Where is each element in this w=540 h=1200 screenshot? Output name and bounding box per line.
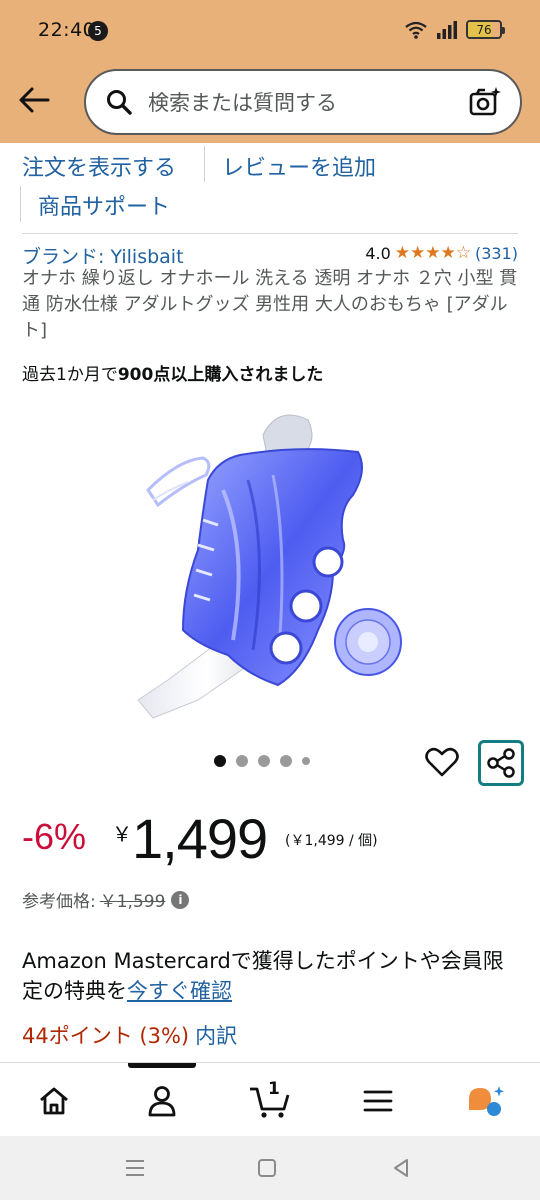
status-bar: 22:40 5 76 [0,0,540,62]
card-promo-link[interactable]: 今すぐ確認 [127,979,232,1003]
status-time: 22:40 [38,19,96,41]
product-image[interactable] [128,400,428,720]
points-text: 44ポイント (3%) [22,1024,190,1048]
purchase-info: 過去1か月で900点以上購入されました [22,360,323,385]
app-header: 22:40 5 76 検索または質問する [0,0,540,143]
nav-home[interactable] [24,1073,84,1129]
battery-icon: 76 [466,20,505,39]
system-nav-bar [0,1136,540,1200]
wishlist-button[interactable] [420,740,464,784]
status-icons: 76 [404,20,505,39]
nav-menu[interactable] [348,1073,408,1129]
card-promo-text: Amazon Mastercardで獲得したポイントや会員限定の特典を [22,949,504,1003]
share-icon [487,748,515,778]
rating-count-link[interactable]: (331) [475,244,518,263]
nav-cart[interactable]: 1 [240,1073,300,1129]
camera-search-icon[interactable] [468,85,502,119]
product-title: オナホ 繰り返し オナホール 洗える 透明 オナホ ２穴 小型 貫通 防水仕様 … [22,268,518,341]
carousel-dot[interactable] [302,757,310,765]
recent-apps-button[interactable] [120,1156,150,1180]
system-home-button[interactable] [252,1156,282,1180]
back-arrow-icon [19,87,50,113]
reference-price-value: ￥1,599 [99,892,166,912]
cart-count: 1 [268,1079,280,1099]
reference-price-label: 参考価格: [22,892,96,912]
menu-icon [363,1090,393,1112]
star-rating-icon: ★★★★☆ [394,243,471,263]
add-review-link[interactable]: レビューを追加 [222,150,376,182]
divider [22,233,518,234]
search-icon [104,87,134,117]
search-placeholder: 検索または質問する [148,91,337,115]
points-breakdown-link[interactable]: 内訳 [195,1024,237,1048]
search-input[interactable]: 検索または質問する [84,69,522,135]
info-icon[interactable]: i [171,890,190,909]
bottom-nav: 1 [0,1062,540,1136]
product-support-link[interactable]: 商品サポート [38,189,170,221]
home-icon [40,1087,68,1115]
currency-symbol: ￥ [112,822,132,846]
view-orders-link[interactable]: 注文を表示する [22,150,176,182]
divider [204,146,205,182]
account-icon [148,1086,176,1117]
purchase-count: 900点以上購入されました [117,365,324,385]
system-back-button[interactable] [386,1156,416,1180]
rufus-assistant-icon [469,1086,504,1116]
heart-icon [425,747,459,777]
carousel-dot[interactable] [214,755,226,767]
reference-price: 参考価格: ￥1,599 i [22,887,190,912]
discount-percent: -6% [22,816,87,857]
triangle-back-icon [394,1159,408,1177]
image-carousel-dots[interactable] [214,755,310,767]
unit-price: (￥1,499 / 個) [285,833,378,849]
divider [20,186,21,222]
points-info: 44ポイント (3%) 内訳 [22,1020,237,1050]
rating-value: 4.0 [365,243,391,263]
square-home-icon [258,1159,276,1177]
brand-link[interactable]: ブランド: Yilisbait [22,242,184,269]
signal-icon [436,20,458,39]
notification-badge: 5 [88,21,108,41]
recent-apps-icon [126,1160,144,1176]
carousel-dot[interactable] [258,755,270,767]
carousel-dot[interactable] [280,755,292,767]
price-amount: 1,499 [132,807,268,870]
card-promo: Amazon Mastercardで獲得したポイントや会員限定の特典を今すぐ確認 [22,946,522,1006]
active-tab-indicator [128,1063,196,1068]
purchase-prefix: 過去1か月で [22,365,118,385]
rating-summary[interactable]: 4.0 ★★★★☆ (331) [365,243,518,263]
share-button[interactable] [478,740,524,786]
nav-rufus[interactable] [456,1073,516,1129]
back-button[interactable] [14,80,54,120]
battery-level: 76 [476,22,492,37]
wifi-icon [404,21,428,39]
nav-account[interactable] [132,1073,192,1129]
carousel-dot[interactable] [236,755,248,767]
